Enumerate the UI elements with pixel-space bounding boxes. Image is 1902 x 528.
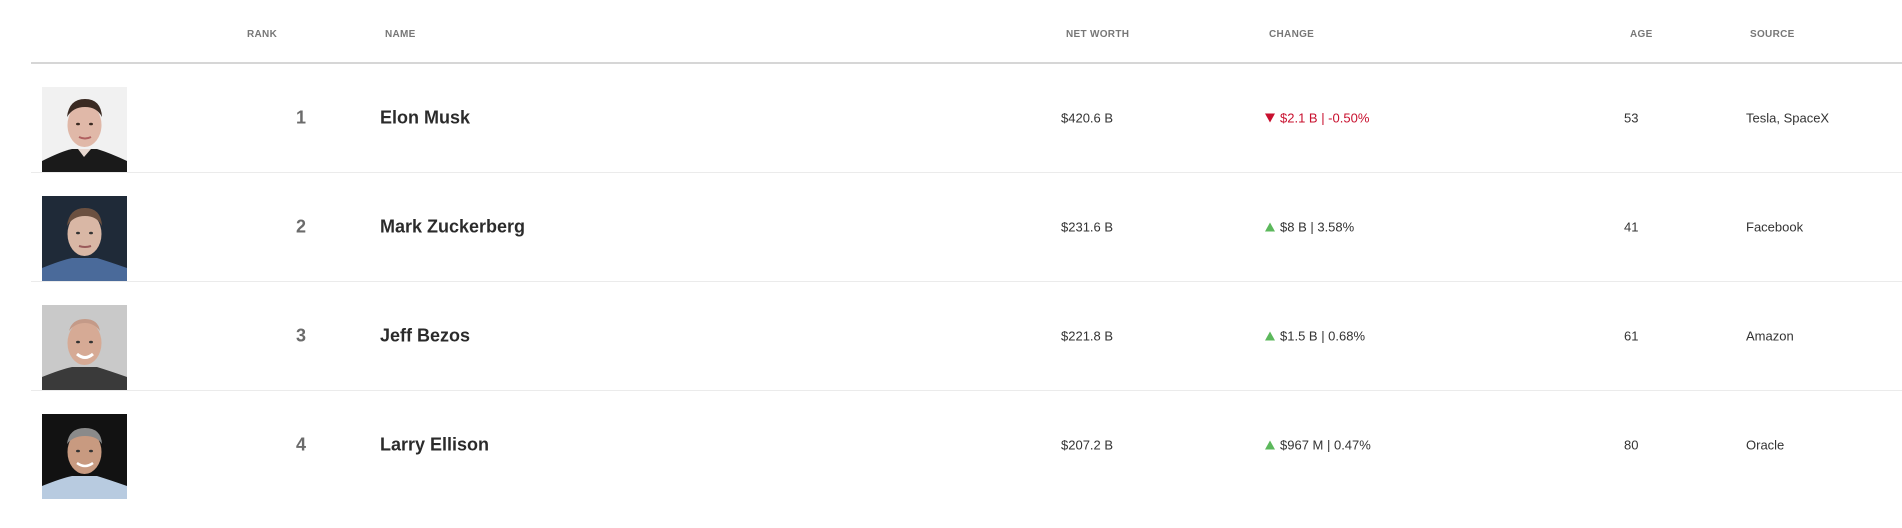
- net-worth-value: $420.6 B: [1061, 110, 1114, 126]
- change-text: $967 M | 0.47%: [1280, 437, 1371, 453]
- source-value: Oracle: [1746, 437, 1785, 453]
- age-value: 61: [1624, 328, 1639, 344]
- table-row[interactable]: 2 Mark Zuckerberg $231.6 B $8 B | 3.58% …: [31, 173, 1902, 282]
- header-name[interactable]: NAME: [385, 29, 416, 40]
- source-value: Amazon: [1746, 328, 1794, 344]
- source-value: Tesla, SpaceX: [1746, 110, 1830, 126]
- change-value: $2.1 B | -0.50%: [1265, 111, 1369, 126]
- person-name[interactable]: Elon Musk: [380, 108, 470, 129]
- avatar: [42, 414, 127, 499]
- billionaires-table: RANK NAME NET WORTH CHANGE AGE SOURCE 1 …: [31, 0, 1902, 499]
- up-triangle-icon: [1265, 222, 1275, 232]
- down-triangle-icon: [1265, 113, 1275, 123]
- header-net-worth[interactable]: NET WORTH: [1066, 29, 1129, 40]
- up-triangle-icon: [1265, 331, 1275, 341]
- change-text: $8 B | 3.58%: [1280, 219, 1355, 235]
- change-value: $8 B | 3.58%: [1265, 220, 1354, 235]
- header-source[interactable]: SOURCE: [1750, 29, 1795, 40]
- person-name[interactable]: Larry Ellison: [380, 435, 489, 456]
- avatar: [42, 305, 127, 390]
- avatar: [42, 196, 127, 281]
- rank-value: 2: [296, 216, 307, 237]
- change-text: $1.5 B | 0.68%: [1280, 328, 1366, 344]
- person-name[interactable]: Jeff Bezos: [380, 326, 470, 347]
- header-rank[interactable]: RANK: [247, 29, 277, 40]
- table-row[interactable]: 1 Elon Musk $420.6 B $2.1 B | -0.50% 53 …: [31, 64, 1902, 173]
- rank-value: 3: [296, 325, 307, 346]
- table-row[interactable]: 4 Larry Ellison $207.2 B $967 M | 0.47% …: [31, 391, 1902, 499]
- up-triangle-icon: [1265, 440, 1275, 450]
- rank-value: 1: [296, 107, 307, 128]
- net-worth-value: $207.2 B: [1061, 437, 1114, 453]
- age-value: 53: [1624, 110, 1639, 126]
- header-change[interactable]: CHANGE: [1269, 29, 1314, 40]
- rank-value: 4: [296, 434, 307, 455]
- age-value: 41: [1624, 219, 1639, 235]
- age-value: 80: [1624, 437, 1639, 453]
- change-text: $2.1 B | -0.50%: [1280, 110, 1370, 126]
- change-value: $967 M | 0.47%: [1265, 438, 1371, 453]
- table-header: RANK NAME NET WORTH CHANGE AGE SOURCE: [31, 0, 1902, 64]
- person-name[interactable]: Mark Zuckerberg: [380, 217, 525, 238]
- table-row[interactable]: 3 Jeff Bezos $221.8 B $1.5 B | 0.68% 61 …: [31, 282, 1902, 391]
- net-worth-value: $231.6 B: [1061, 219, 1114, 235]
- header-age[interactable]: AGE: [1630, 29, 1653, 40]
- net-worth-value: $221.8 B: [1061, 328, 1114, 344]
- avatar: [42, 87, 127, 172]
- source-value: Facebook: [1746, 219, 1804, 235]
- change-value: $1.5 B | 0.68%: [1265, 329, 1365, 344]
